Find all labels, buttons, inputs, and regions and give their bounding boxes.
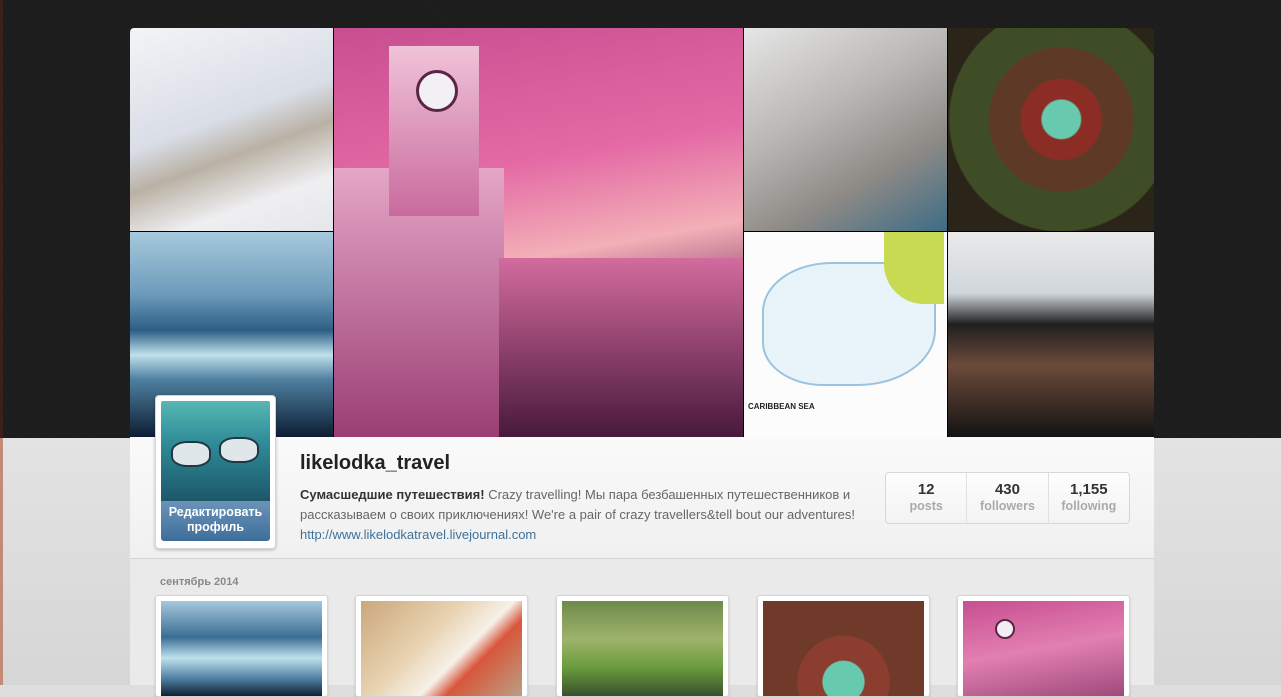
feed-photo[interactable] <box>155 595 328 697</box>
profile-bio: Сумасшедшие путешествия! Crazy travellin… <box>300 485 860 545</box>
stat-posts[interactable]: 12 posts <box>886 473 968 523</box>
feed-month-header: сентябрь 2014 <box>160 576 239 588</box>
feed-photo[interactable] <box>757 595 930 697</box>
feed-photo[interactable] <box>957 595 1130 697</box>
clock-face <box>995 619 1015 639</box>
stat-following[interactable]: 1,155 following <box>1049 473 1129 523</box>
snorkel-mask-icon <box>171 441 211 467</box>
stat-label: followers <box>980 499 1035 513</box>
stat-value: 430 <box>994 481 1020 498</box>
stat-value: 1,155 <box>1070 481 1108 498</box>
mosaic-photo-map[interactable]: CARIBBEAN SEA <box>744 232 947 437</box>
edit-profile-button[interactable]: Редактировать профиль <box>161 501 270 541</box>
profile-stats: 12 posts 430 followers 1,155 following <box>885 472 1130 524</box>
window-edge <box>0 0 3 438</box>
feed-photo[interactable] <box>355 595 528 697</box>
mosaic-photo-crater[interactable] <box>948 28 1154 231</box>
map-label: CARIBBEAN SEA <box>748 402 815 411</box>
mosaic-photo-beach-sleep[interactable] <box>130 28 333 231</box>
mosaic-photo-clock-tower[interactable] <box>334 28 743 437</box>
bio-headline: Сумасшедшие путешествия! <box>300 487 485 502</box>
profile-header-mosaic: CARIBBEAN SEA <box>130 28 1154 437</box>
mosaic-photo-couple[interactable] <box>948 232 1154 437</box>
avatar[interactable] <box>161 401 270 504</box>
stat-value: 12 <box>917 481 935 498</box>
stat-label: following <box>1061 499 1117 513</box>
profile-website-link[interactable]: http://www.likelodkatravel.livejournal.c… <box>300 527 536 542</box>
stat-label: posts <box>909 499 943 513</box>
stat-followers[interactable]: 430 followers <box>967 473 1049 523</box>
snorkel-mask-icon <box>219 437 259 463</box>
profile-username: likelodka_travel <box>300 452 451 474</box>
feed-photo[interactable] <box>556 595 729 697</box>
mosaic-photo-graffiti[interactable] <box>744 28 947 231</box>
clock-face <box>416 70 458 112</box>
avatar-card: Редактировать профиль <box>155 395 276 549</box>
